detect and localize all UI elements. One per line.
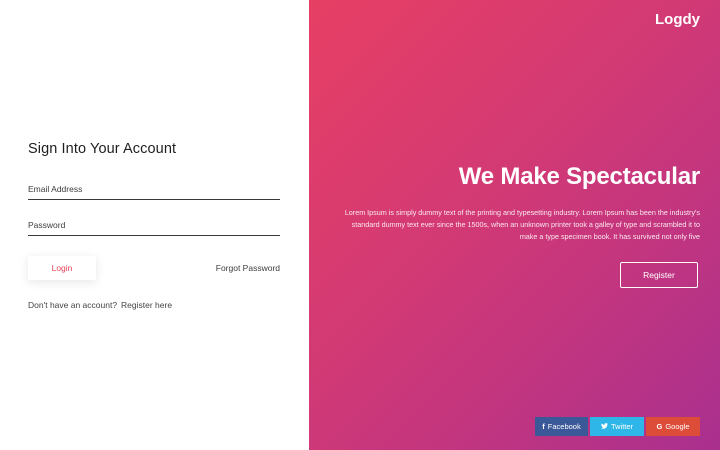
email-field[interactable] <box>28 178 280 200</box>
register-here-link[interactable]: Register here <box>121 300 172 310</box>
twitter-button[interactable]: Twitter <box>590 417 644 436</box>
facebook-button[interactable]: f Facebook <box>535 417 588 436</box>
google-label: Google <box>665 422 690 431</box>
password-field[interactable] <box>28 214 280 236</box>
facebook-label: Facebook <box>547 422 581 431</box>
login-panel: Sign Into Your Account Login Forgot Pass… <box>0 0 309 450</box>
google-icon: G <box>656 422 663 431</box>
google-button[interactable]: G Google <box>646 417 700 436</box>
no-account-text: Don't have an account? <box>28 300 118 310</box>
twitter-label: Twitter <box>610 422 634 431</box>
hero-description: Lorem Ipsum is simply dummy text of the … <box>344 208 700 241</box>
signin-title: Sign Into Your Account <box>28 141 177 157</box>
hero-headline: We Make Spectacular <box>458 163 700 190</box>
forgot-password-link[interactable]: Forgot Password <box>216 263 280 273</box>
twitter-icon <box>600 422 608 431</box>
register-button[interactable]: Register <box>620 262 698 288</box>
register-prompt: Don't have an account? Register here <box>28 300 172 310</box>
login-button[interactable]: Login <box>28 256 96 280</box>
brand-logo[interactable]: Logdy <box>655 11 700 28</box>
facebook-icon: f <box>542 422 545 431</box>
